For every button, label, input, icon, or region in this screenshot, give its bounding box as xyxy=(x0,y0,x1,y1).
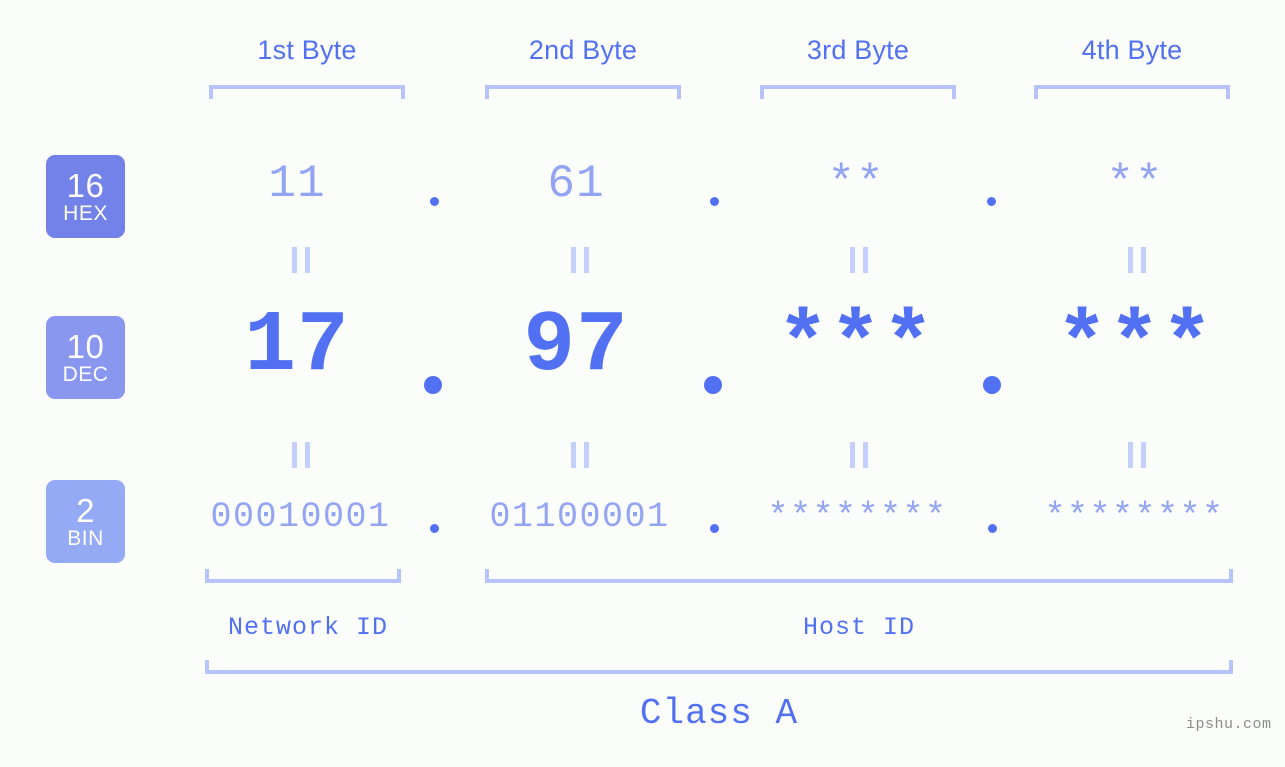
bin-octet-2: 01100001 xyxy=(489,497,670,537)
byte-header-3: 3rd Byte xyxy=(806,35,910,65)
radix-badge-dec[interactable]: 10 DEC xyxy=(46,316,125,399)
host-id-label: Host ID xyxy=(802,613,916,642)
dec-octet-3: *** xyxy=(777,297,935,395)
hex-octet-4: ** xyxy=(1106,158,1164,210)
site-watermark: ipshu.com xyxy=(1186,716,1272,733)
equality-mark-hex-dec-4 xyxy=(1128,247,1146,273)
bin-separator-dot-1 xyxy=(430,524,439,533)
ip-address-breakdown-diagram: 1st Byte 2nd Byte 3rd Byte 4th Byte 16 H… xyxy=(0,0,1285,767)
radix-badge-bin[interactable]: 2 BIN xyxy=(46,480,125,563)
dec-octet-1: 17 xyxy=(244,297,350,395)
equality-mark-dec-bin-3 xyxy=(850,442,868,468)
equality-mark-dec-bin-1 xyxy=(292,442,310,468)
network-id-bracket xyxy=(205,569,401,583)
bin-octet-1: 00010001 xyxy=(210,497,391,537)
equality-mark-hex-dec-1 xyxy=(292,247,310,273)
byte-bracket-4 xyxy=(1034,85,1230,99)
radix-badge-bin-number: 2 xyxy=(76,492,95,529)
byte-header-2: 2nd Byte xyxy=(528,35,638,65)
hex-separator-dot-1 xyxy=(430,197,439,206)
class-label: Class A xyxy=(639,693,799,734)
bin-octet-4: ******** xyxy=(1044,497,1225,537)
radix-badge-dec-name: DEC xyxy=(62,363,109,386)
class-bracket xyxy=(205,660,1233,674)
byte-bracket-1 xyxy=(209,85,405,99)
byte-header-4: 4th Byte xyxy=(1081,35,1183,65)
dec-separator-dot-2 xyxy=(704,376,722,394)
bin-separator-dot-3 xyxy=(988,524,997,533)
network-id-label: Network ID xyxy=(227,613,389,642)
radix-badge-dec-number: 10 xyxy=(66,328,105,365)
equality-mark-dec-bin-2 xyxy=(571,442,589,468)
byte-bracket-3 xyxy=(760,85,956,99)
dec-octet-4: *** xyxy=(1056,297,1214,395)
dec-separator-dot-1 xyxy=(424,376,442,394)
radix-badge-bin-name: BIN xyxy=(67,527,104,550)
equality-mark-dec-bin-4 xyxy=(1128,442,1146,468)
dec-octet-2: 97 xyxy=(523,297,629,395)
dec-separator-dot-3 xyxy=(983,376,1001,394)
hex-separator-dot-2 xyxy=(710,197,719,206)
equality-mark-hex-dec-2 xyxy=(571,247,589,273)
byte-header-1: 1st Byte xyxy=(257,35,357,65)
bin-separator-dot-2 xyxy=(710,524,719,533)
hex-octet-2: 61 xyxy=(547,158,605,210)
radix-badge-hex-number: 16 xyxy=(66,167,105,204)
bin-octet-3: ******** xyxy=(767,497,948,537)
radix-badge-hex[interactable]: 16 HEX xyxy=(46,155,125,238)
hex-octet-3: ** xyxy=(827,158,885,210)
hex-octet-1: 11 xyxy=(268,158,326,210)
host-id-bracket xyxy=(485,569,1233,583)
byte-bracket-2 xyxy=(485,85,681,99)
radix-badge-hex-name: HEX xyxy=(63,202,108,225)
equality-mark-hex-dec-3 xyxy=(850,247,868,273)
hex-separator-dot-3 xyxy=(987,197,996,206)
